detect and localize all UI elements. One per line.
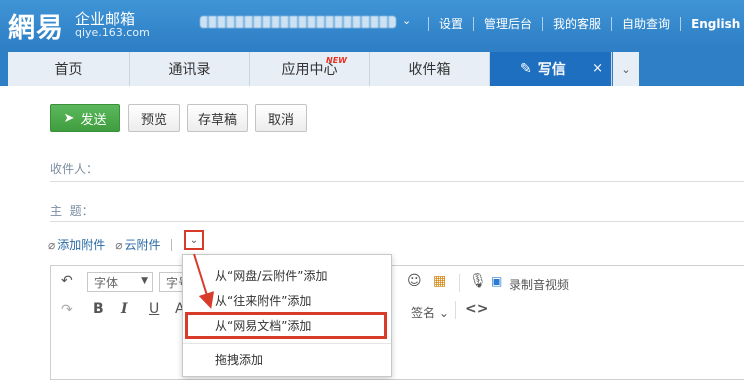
app-grid-icon[interactable]: ▦ xyxy=(433,273,446,289)
divider xyxy=(611,16,613,31)
save-draft-button[interactable]: 存草稿 xyxy=(187,104,248,132)
account-email-blurred[interactable] xyxy=(200,16,396,28)
divider xyxy=(455,301,456,319)
font-family-select[interactable]: 字体 ▼ xyxy=(87,272,153,292)
divider xyxy=(680,16,682,31)
signature-select[interactable]: 签名 ⌄ xyxy=(411,304,449,321)
settings-link[interactable]: 设置 xyxy=(439,15,463,32)
send-button[interactable]: ➤ 发送 xyxy=(50,104,120,132)
tab-app-center[interactable]: 应用中心 NEW xyxy=(250,52,370,86)
paper-plane-icon: ➤ xyxy=(63,110,75,126)
netease-logo[interactable]: 網易 xyxy=(8,6,64,45)
tab-bar: 首页 通讯录 应用中心 NEW 收件箱 ✎ 写信 × ⌄ xyxy=(0,46,744,86)
video-icon[interactable]: ▣ xyxy=(491,274,502,288)
divider xyxy=(473,16,475,31)
tab-compose[interactable]: ✎ 写信 × xyxy=(490,52,612,86)
paperclip-icon: ⌀ xyxy=(48,237,56,252)
menu-item-netdisk[interactable]: 从“网盘/云附件”添加 xyxy=(215,267,327,284)
signature-label: 签名 xyxy=(411,306,436,320)
attachment-more-chevron-down-icon[interactable]: ⌄ xyxy=(184,230,204,250)
paperclip-icon: ⌀ xyxy=(115,237,123,252)
recipient-label: 收件人： xyxy=(50,162,99,176)
divider xyxy=(542,16,544,31)
top-header: 網易 企业邮箱 qiye.163.com ⌄ 设置 管理后台 我的客服 自助查询… xyxy=(0,0,744,46)
tab-compose-label: 写信 xyxy=(537,62,566,78)
redo-icon[interactable]: ↷ xyxy=(61,302,73,318)
divider xyxy=(183,343,391,344)
record-av-button[interactable]: 录制音视频 xyxy=(509,276,569,293)
subject-label: 主 题： xyxy=(50,204,94,218)
bold-icon[interactable]: B xyxy=(93,301,104,317)
cancel-button[interactable]: 取消 xyxy=(255,104,307,132)
divider xyxy=(170,238,172,251)
source-code-icon[interactable]: <> xyxy=(465,301,488,317)
tab-inbox[interactable]: 收件箱 xyxy=(370,52,490,86)
underline-icon[interactable]: U xyxy=(149,301,159,317)
divider xyxy=(428,16,429,31)
chevron-down-icon: ▼ xyxy=(141,276,148,286)
close-icon[interactable]: × xyxy=(592,61,603,76)
cloud-attachment-link[interactable]: 云附件 xyxy=(124,236,160,253)
rich-text-editor[interactable]: ↶ 字体 ▼ 字号 ↷ B I U A ☺ ▦ 🎙 ▣ 录制音视频 签名 ⌄ <… xyxy=(50,265,744,380)
add-attachment-link[interactable]: 添加附件 xyxy=(57,236,105,253)
english-link[interactable]: English xyxy=(691,17,740,31)
divider xyxy=(459,274,460,292)
tab-more-chevron-down-icon[interactable]: ⌄ xyxy=(613,52,639,86)
tab-home[interactable]: 首页 xyxy=(8,52,130,86)
attachment-row: ⌀ 添加附件 ⌀ 云附件 xyxy=(48,236,180,253)
menu-item-drag-drop[interactable]: 拖拽添加 xyxy=(215,351,263,368)
admin-link[interactable]: 管理后台 xyxy=(484,15,532,32)
send-button-label: 发送 xyxy=(80,112,107,128)
tab-contacts[interactable]: 通讯录 xyxy=(130,52,250,86)
new-badge: NEW xyxy=(326,56,347,65)
chevron-down-icon: ⌄ xyxy=(435,306,449,320)
emoji-icon[interactable]: ☺ xyxy=(407,273,422,289)
font-family-value: 字体 xyxy=(94,275,119,290)
account-chevron-down-icon[interactable]: ⌄ xyxy=(402,14,411,27)
edit-icon: ✎ xyxy=(520,61,532,77)
preview-button[interactable]: 预览 xyxy=(128,104,180,132)
menu-item-history-attachments[interactable]: 从“往来附件”添加 xyxy=(215,292,311,309)
microphone-icon[interactable]: 🎙 xyxy=(469,273,487,289)
header-links: 设置 管理后台 我的客服 自助查询 English xyxy=(418,15,740,32)
undo-icon[interactable]: ↶ xyxy=(61,273,73,289)
italic-icon[interactable]: I xyxy=(121,301,128,317)
logo-domain: qiye.163.com xyxy=(75,26,150,39)
self-service-link[interactable]: 自助查询 xyxy=(622,15,670,32)
attachment-source-menu: 从“网盘/云附件”添加 从“往来附件”添加 从“网易文档”添加 拖拽添加 xyxy=(182,254,392,377)
recipient-input[interactable] xyxy=(50,181,744,182)
support-link[interactable]: 我的客服 xyxy=(553,15,601,32)
menu-item-netease-docs[interactable]: 从“网易文档”添加 xyxy=(215,317,311,334)
subject-input[interactable] xyxy=(50,221,744,222)
